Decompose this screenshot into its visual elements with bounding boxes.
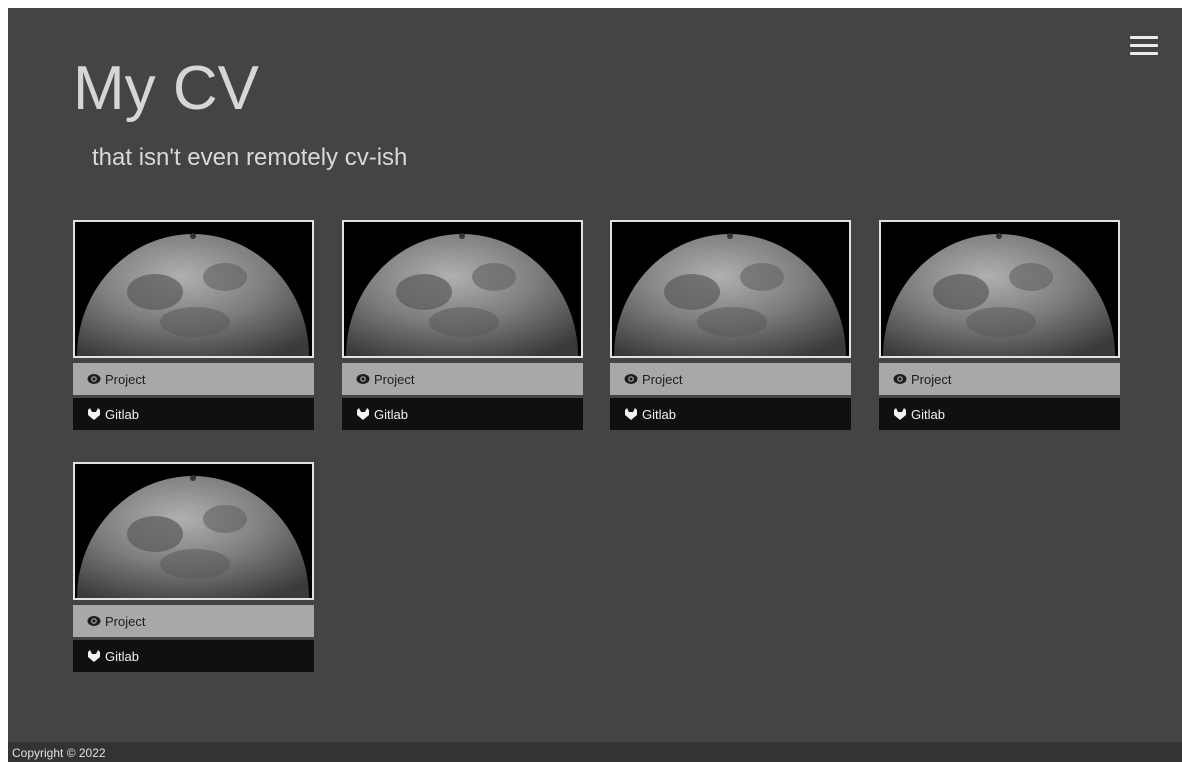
project-button-label: Project — [105, 613, 146, 629]
project-button[interactable]: Project — [73, 363, 314, 395]
moon-image[interactable] — [610, 220, 851, 358]
project-card: Project Gitlab — [73, 220, 314, 431]
eye-icon — [624, 374, 638, 384]
gitlab-button[interactable]: Gitlab — [73, 398, 314, 430]
gitlab-button[interactable]: Gitlab — [73, 640, 314, 672]
project-card: Project Gitlab — [610, 220, 851, 431]
moon-image[interactable] — [342, 220, 583, 358]
copyright-text: Copyright © 2022 — [12, 746, 106, 760]
gitlab-button[interactable]: Gitlab — [610, 398, 851, 430]
project-button-label: Project — [642, 371, 683, 387]
moon-image[interactable] — [879, 220, 1120, 358]
gitlab-button-label: Gitlab — [911, 406, 945, 422]
project-card: Project Gitlab — [879, 220, 1120, 431]
project-button-label: Project — [374, 371, 415, 387]
moon-image[interactable] — [73, 220, 314, 358]
page-container: My CV that isn't even remotely cv-ish Pr… — [8, 8, 1182, 762]
project-card: Project Gitlab — [342, 220, 583, 431]
gitlab-button-label: Gitlab — [105, 648, 139, 664]
project-button-label: Project — [105, 371, 146, 387]
eye-icon — [87, 616, 101, 626]
page-title: My CV — [73, 54, 259, 123]
gitlab-fox-icon — [357, 408, 369, 420]
project-button[interactable]: Project — [879, 363, 1120, 395]
gitlab-fox-icon — [88, 408, 100, 420]
hamburger-menu-icon[interactable] — [1130, 36, 1158, 56]
moon-image[interactable] — [73, 462, 314, 600]
gitlab-fox-icon — [88, 650, 100, 662]
project-button[interactable]: Project — [342, 363, 583, 395]
project-button[interactable]: Project — [73, 605, 314, 637]
gitlab-button[interactable]: Gitlab — [342, 398, 583, 430]
gitlab-button-label: Gitlab — [374, 406, 408, 422]
eye-icon — [893, 374, 907, 384]
eye-icon — [87, 374, 101, 384]
gitlab-button-label: Gitlab — [642, 406, 676, 422]
project-card: Project Gitlab — [73, 462, 314, 673]
page-subtitle: that isn't even remotely cv-ish — [92, 144, 408, 171]
footer-bar — [8, 742, 1182, 762]
gitlab-button[interactable]: Gitlab — [879, 398, 1120, 430]
project-button[interactable]: Project — [610, 363, 851, 395]
gitlab-fox-icon — [894, 408, 906, 420]
project-button-label: Project — [911, 371, 952, 387]
eye-icon — [356, 374, 370, 384]
gitlab-button-label: Gitlab — [105, 406, 139, 422]
gitlab-fox-icon — [625, 408, 637, 420]
